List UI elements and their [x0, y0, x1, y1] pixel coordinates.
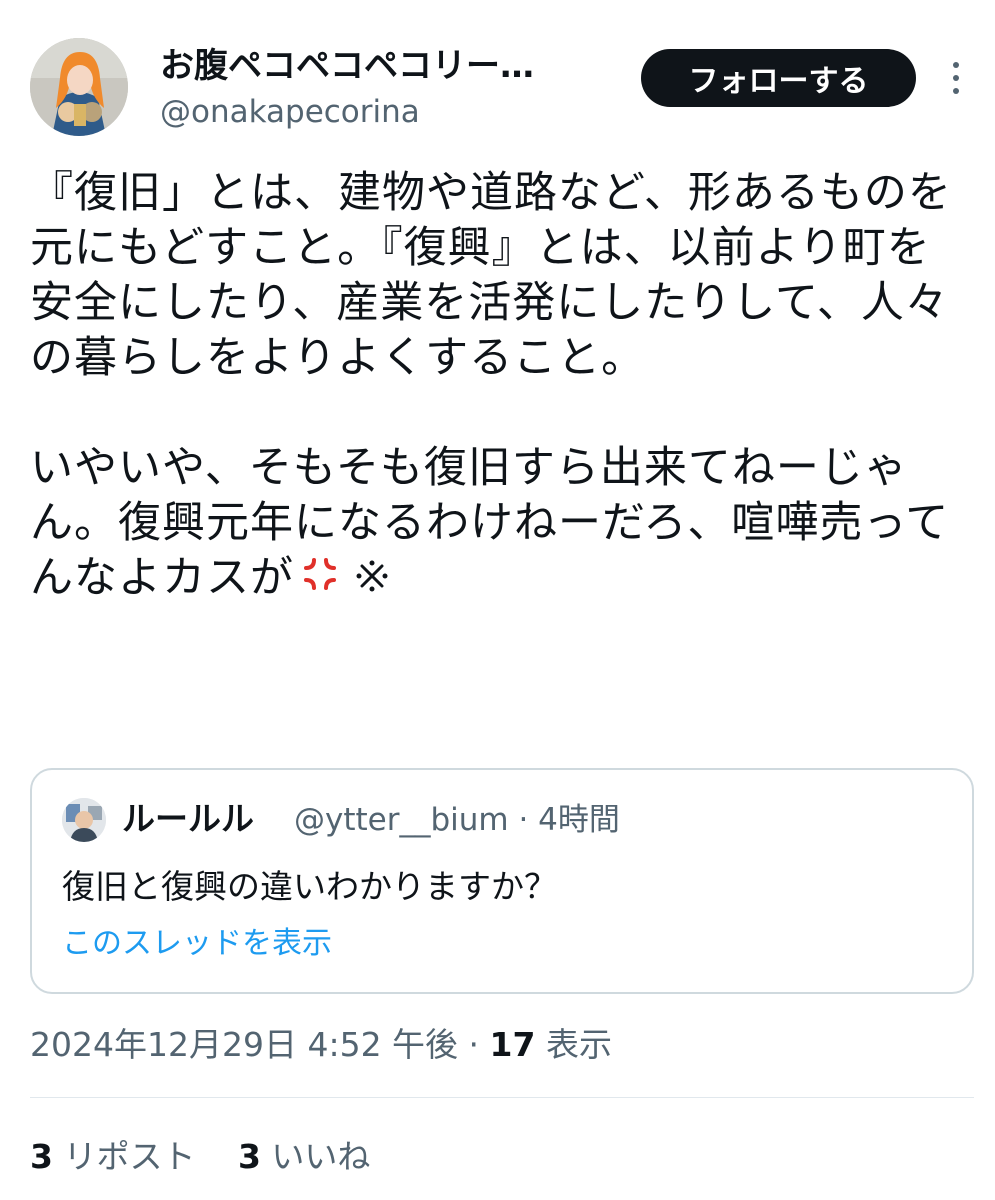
- show-thread-link[interactable]: このスレッドを表示: [62, 922, 332, 966]
- anger-icon: [300, 553, 340, 608]
- views-count: 17: [489, 1025, 536, 1064]
- tweet-stats: 3 リポスト 3 いいね: [30, 1132, 402, 1182]
- quoted-author-meta: @ytter__bium · 4時間: [294, 802, 620, 838]
- views-label: 表示: [535, 1025, 612, 1064]
- dot: [953, 62, 959, 68]
- likes-stat[interactable]: 3 いいね: [238, 1132, 370, 1182]
- quoted-tweet[interactable]: ルールル @ytter__bium · 4時間 復旧と復興の違いわかりますか？ …: [30, 768, 974, 994]
- tweet-text: 『復旧」とは、建物や道路など、形あるものを元にもどすこと。『復興』とは、以前より…: [30, 168, 952, 603]
- reposts-label: リポスト: [52, 1137, 196, 1176]
- quoted-avatar-image: [62, 798, 106, 842]
- avatar-image: [30, 38, 128, 136]
- dot: [953, 75, 959, 81]
- divider: [30, 1097, 974, 1098]
- tweet-text-container: 『復旧」とは、建物や道路など、形あるものを元にもどすこと。『復興』とは、以前より…: [30, 166, 960, 608]
- anger-symbol-icon: [354, 553, 390, 608]
- tweet-timestamp: 2024年12月29日 4:52 午後 · 17 表示: [30, 1020, 612, 1070]
- more-options-icon[interactable]: [938, 56, 974, 100]
- reposts-stat[interactable]: 3 リポスト: [30, 1132, 195, 1182]
- quoted-author-avatar[interactable]: [62, 798, 106, 842]
- likes-label: いいね: [260, 1137, 371, 1176]
- likes-count: 3: [237, 1137, 261, 1176]
- quoted-author-name[interactable]: ルールル: [122, 796, 254, 842]
- quoted-tweet-text: 復旧と復興の違いわかりますか？: [62, 867, 557, 906]
- tweet-header: お腹ペコペコペコリー… @onakapecorina フォローする: [0, 0, 995, 150]
- timestamp-date[interactable]: 2024年12月29日 4:52 午後 ·: [30, 1025, 490, 1064]
- follow-button[interactable]: フォローする: [641, 49, 916, 107]
- reposts-count: 3: [30, 1137, 53, 1176]
- author-avatar[interactable]: [30, 38, 128, 136]
- dot: [953, 88, 959, 94]
- author-handle[interactable]: @onakapecorina: [160, 92, 420, 132]
- author-display-name[interactable]: お腹ペコペコペコリー…: [160, 44, 534, 88]
